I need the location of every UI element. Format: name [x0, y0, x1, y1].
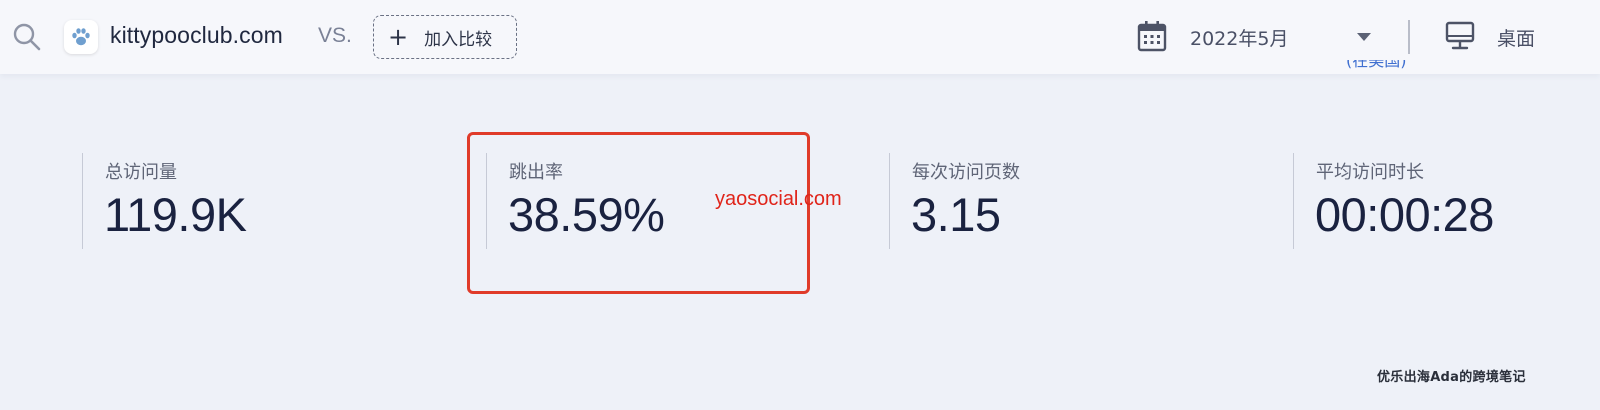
vs-label: VS. — [318, 24, 352, 47]
date-select-value[interactable]: 2022年5月 — [1190, 24, 1288, 51]
metric-label: 每次访问页数 — [912, 162, 1020, 183]
watermark-text: yaosocial.com — [715, 188, 842, 210]
chevron-down-icon[interactable] — [1356, 32, 1372, 42]
metric-value: 00:00:28 — [1315, 188, 1494, 241]
metric-label: 平均访问时长 — [1316, 162, 1424, 183]
metric-value: 3.15 — [911, 188, 1001, 241]
metric-total-visits: 总访问量 119.9K — [82, 153, 247, 249]
plus-icon: + — [388, 23, 409, 51]
site-favicon — [64, 20, 98, 54]
paw-icon — [72, 28, 90, 46]
metric-label: 总访问量 — [105, 162, 177, 183]
country-link[interactable]: (在美国) — [1346, 60, 1407, 74]
search-icon[interactable] — [12, 22, 42, 52]
toolbar-divider — [1408, 20, 1410, 54]
watermark-credit: 优乐出海Ada的跨境笔记 — [1377, 370, 1526, 385]
metric-value: 119.9K — [104, 188, 247, 241]
device-select-value[interactable]: 桌面 — [1497, 24, 1535, 51]
add-compare-label: 加入比较 — [424, 29, 493, 50]
monitor-icon[interactable] — [1444, 20, 1476, 52]
metric-pages-per-visit: 每次访问页数 3.15 — [889, 153, 1020, 249]
highlight-box — [467, 132, 810, 294]
metric-avg-visit-duration: 平均访问时长 00:00:28 — [1293, 153, 1494, 249]
site-domain[interactable]: kittypooclub.com — [110, 22, 283, 49]
calendar-icon[interactable] — [1137, 20, 1167, 52]
add-compare-button[interactable]: + 加入比较 — [373, 15, 517, 59]
